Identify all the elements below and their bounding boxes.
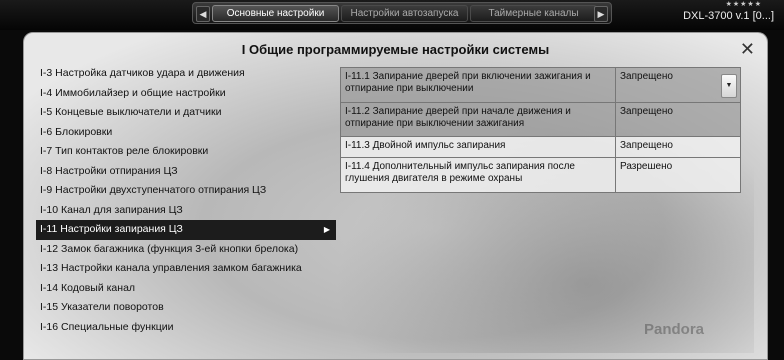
tab-autostart-settings[interactable]: Настройки автозапуска	[341, 5, 468, 22]
menu-item[interactable]: I-7 Тип контактов реле блокировки	[36, 142, 336, 162]
chevron-down-icon[interactable]: ▼	[721, 74, 737, 98]
setting-value-select[interactable]: Запрещено ▼	[616, 68, 740, 102]
close-icon[interactable]: ✕	[740, 40, 755, 58]
submenu-arrow-icon: ▶	[323, 225, 330, 234]
setting-name: I-11.2 Запирание дверей при начале движе…	[341, 103, 616, 136]
scroll-left-icon[interactable]: ◀	[196, 6, 210, 22]
setting-value: Запрещено	[620, 71, 673, 82]
setting-row: I-11.1 Запирание дверей при включении за…	[340, 67, 741, 103]
menu-item-label: I-11 Настройки запирания ЦЗ	[40, 223, 183, 235]
settings-dialog: I Общие программируемые настройки систем…	[23, 32, 768, 360]
setting-row: I-11.2 Запирание дверей при начале движе…	[340, 103, 741, 137]
dialog-title: I Общие программируемые настройки систем…	[241, 42, 550, 57]
setting-value[interactable]: Запрещено	[616, 103, 740, 136]
menu-item[interactable]: I-8 Настройки отпирания ЦЗ	[36, 162, 336, 182]
top-bar: ◀ Основные настройки Настройки автозапус…	[0, 0, 784, 30]
setting-name: I-11.4 Дополнительный импульс запирания …	[341, 158, 616, 192]
device-label: DXL-3700 v.1 [0...]	[683, 10, 774, 22]
setting-value[interactable]: Запрещено	[616, 137, 740, 157]
menu-item[interactable]: I-10 Канал для запирания ЦЗ	[36, 201, 336, 221]
menu-item[interactable]: I-16 Специальные функции	[36, 318, 336, 338]
menu-item[interactable]: I-4 Иммобилайзер и общие настройки	[36, 84, 336, 104]
menu-item[interactable]: I-6 Блокировки	[36, 123, 336, 143]
menu-item[interactable]: I-14 Кодовый канал	[36, 279, 336, 299]
tab-timer-channels[interactable]: Таймерные каналы	[470, 5, 597, 22]
scroll-right-icon[interactable]: ▶	[594, 6, 608, 22]
menu-item[interactable]: I-13 Настройки канала управления замком …	[36, 259, 336, 279]
setting-name: I-11.1 Запирание дверей при включении за…	[341, 68, 616, 102]
tab-strip: ◀ Основные настройки Настройки автозапус…	[192, 2, 612, 24]
menu-item[interactable]: I-3 Настройка датчиков удара и движения	[36, 64, 336, 84]
menu-item[interactable]: I-12 Замок багажника (функция 3-ей кнопк…	[36, 240, 336, 260]
brand-watermark: Pandora	[644, 321, 705, 338]
signal-dots-icon: ★★★★★	[725, 1, 762, 8]
settings-menu: I-3 Настройка датчиков удара и движения …	[36, 64, 336, 337]
setting-row: I-11.3 Двойной импульс запирания Запреще…	[340, 137, 741, 158]
menu-item[interactable]: I-5 Концевые выключатели и датчики	[36, 103, 336, 123]
tab-main-settings[interactable]: Основные настройки	[212, 5, 339, 22]
setting-row: I-11.4 Дополнительный импульс запирания …	[340, 158, 741, 193]
menu-item[interactable]: I-9 Настройки двухступенчатого отпирания…	[36, 181, 336, 201]
settings-table: I-11.1 Запирание дверей при включении за…	[340, 67, 741, 193]
setting-name: I-11.3 Двойной импульс запирания	[341, 137, 616, 157]
menu-item-selected[interactable]: I-11 Настройки запирания ЦЗ ▶	[36, 220, 336, 240]
menu-item[interactable]: I-15 Указатели поворотов	[36, 298, 336, 318]
setting-value[interactable]: Разрешено	[616, 158, 740, 192]
